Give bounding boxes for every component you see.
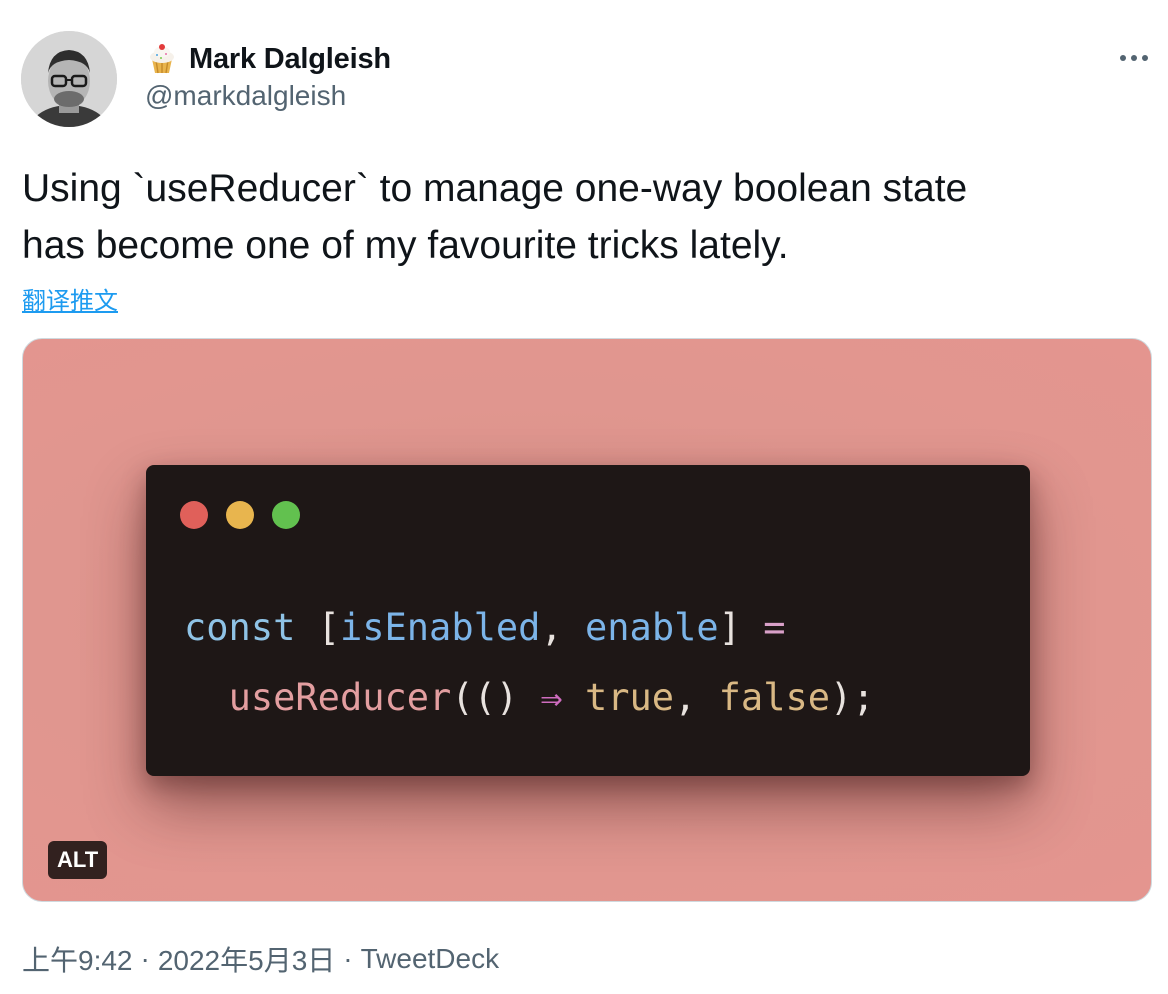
code-punct: (()	[451, 676, 519, 719]
code-identifier: enable	[585, 606, 719, 649]
tweet-text: Using `useReducer` to manage one-way boo…	[22, 160, 1152, 274]
code-literal-false: false	[718, 676, 831, 719]
window-close-dot	[180, 501, 208, 529]
code-arrow: ⇒	[518, 676, 585, 719]
tweet-time[interactable]: 上午9:42	[22, 939, 133, 979]
alt-text-badge[interactable]: ALT	[48, 841, 108, 879]
code-punct: ,	[540, 606, 585, 649]
code-identifier: isEnabled	[339, 606, 541, 649]
tweet-metadata: 上午9:42 · 2022年5月3日 · TweetDeck	[22, 939, 499, 979]
code-window: const [isEnabled, enable] = useReducer((…	[146, 465, 1030, 776]
window-minimize-dot	[226, 501, 254, 529]
code-punct: [	[295, 606, 340, 649]
tweet-source[interactable]: TweetDeck	[361, 943, 500, 975]
code-function: useReducer	[228, 676, 452, 719]
author-handle[interactable]: @markdalgleish	[145, 80, 346, 112]
cupcake-emoji-icon	[150, 44, 174, 74]
avatar-image	[21, 31, 117, 127]
author-display-name[interactable]: Mark Dalgleish	[189, 43, 391, 76]
more-options-button[interactable]	[1116, 44, 1152, 72]
meta-separator: ·	[140, 943, 150, 974]
tweet: Mark Dalgleish @markdalgleish Using `use…	[0, 0, 1168, 994]
code-snippet: const [isEnabled, enable] = useReducer((…	[184, 593, 875, 733]
avatar[interactable]	[21, 31, 117, 127]
meta-separator: ·	[343, 943, 353, 974]
tweet-text-line-1: Using `useReducer` to manage one-way boo…	[22, 167, 968, 210]
more-horizontal-icon	[1120, 55, 1148, 61]
code-punct: );	[830, 676, 875, 719]
code-operator: =	[740, 606, 786, 649]
tweet-date[interactable]: 2022年5月3日	[158, 939, 335, 979]
code-keyword-const: const	[184, 606, 296, 649]
code-punct: ,	[674, 676, 719, 719]
code-punct: ]	[718, 606, 741, 649]
author-name-row[interactable]: Mark Dalgleish	[145, 40, 391, 78]
tweet-media-image[interactable]: const [isEnabled, enable] = useReducer((…	[22, 338, 1152, 902]
tweet-text-line-2: has become one of my favourite tricks la…	[22, 224, 789, 267]
translate-tweet-link[interactable]: 翻译推文	[22, 281, 118, 316]
window-maximize-dot	[272, 501, 300, 529]
code-literal-true: true	[584, 676, 675, 719]
